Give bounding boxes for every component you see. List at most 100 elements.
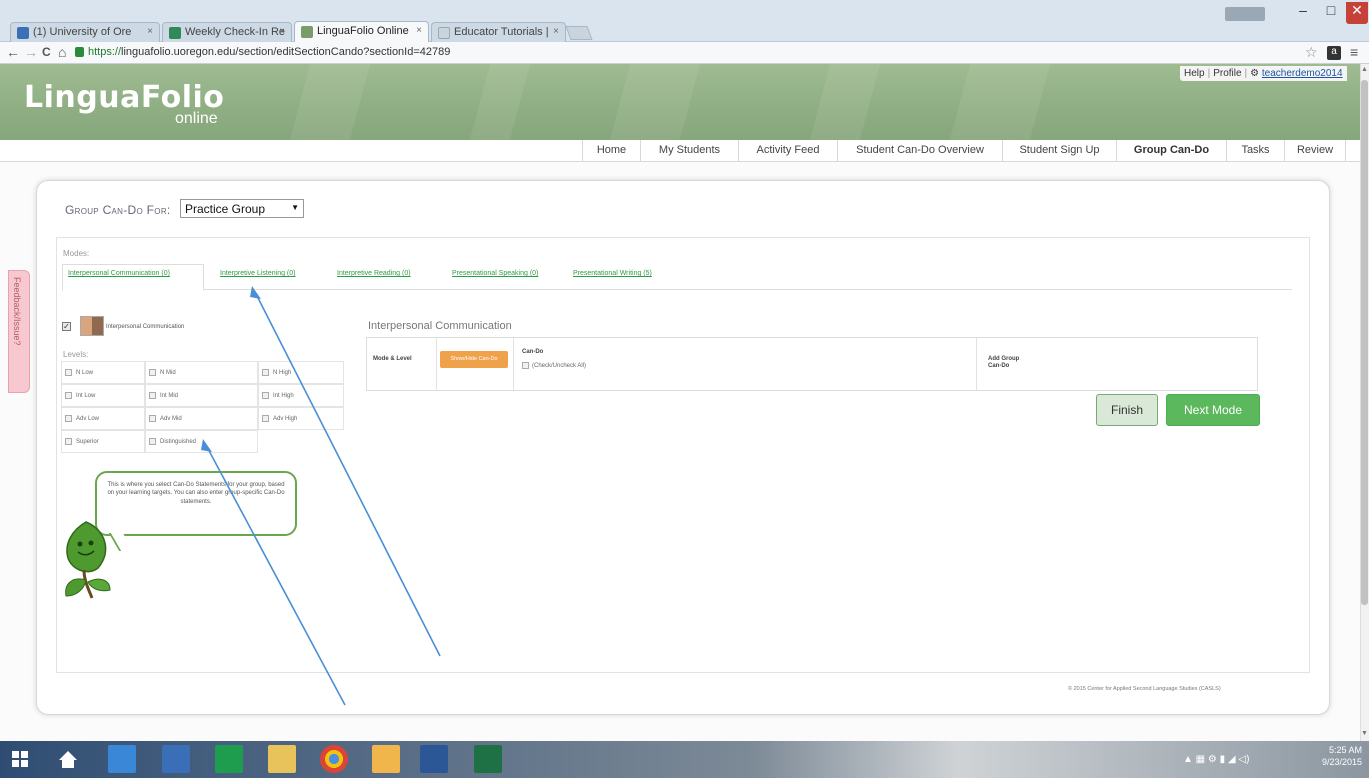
- desktop-app-icon[interactable]: [108, 745, 136, 773]
- tab-title: Weekly Check-In Re: [185, 26, 286, 38]
- active-mode-tab: [62, 264, 204, 291]
- bookmark-star-icon[interactable]: ☆: [1305, 44, 1318, 61]
- url-path: linguafolio.uoregon.edu/section/editSect…: [121, 46, 451, 58]
- nav-activity-feed[interactable]: Activity Feed: [738, 140, 837, 162]
- tab-favicon-icon: [438, 27, 450, 39]
- word-app-icon[interactable]: [420, 745, 448, 773]
- system-tray-icons[interactable]: ▲ ▦ ⚙ ▮ ◢ ◁): [1183, 754, 1249, 765]
- modes-label: Modes:: [63, 249, 90, 258]
- nav-student-cando-overview[interactable]: Student Can-Do Overview: [837, 140, 1002, 162]
- mode-tab-writing[interactable]: Presentational Writing (5): [573, 270, 652, 277]
- back-icon[interactable]: ←: [6, 44, 20, 60]
- system-clock[interactable]: 5:25 AM 9/23/2015: [1322, 745, 1362, 768]
- scrollbar-thumb[interactable]: [1361, 80, 1368, 605]
- mode-tab-speaking[interactable]: Presentational Speaking (0): [452, 270, 538, 277]
- mode-tab-interpersonal[interactable]: Interpersonal Communication (0): [68, 270, 170, 277]
- new-tab-button[interactable]: [565, 26, 593, 40]
- chrome-menu-icon[interactable]: ≡: [1350, 44, 1358, 60]
- footer-copyright: © 2015 Center for Applied Second Languag…: [1068, 686, 1221, 692]
- level-checkbox-superior[interactable]: Superior: [61, 430, 145, 453]
- level-checkbox-n-low[interactable]: N Low: [61, 361, 145, 384]
- header-pattern: [289, 64, 371, 140]
- level-label: N Mid: [160, 370, 176, 377]
- feedback-tab[interactable]: Feedback/Issue?: [8, 270, 30, 393]
- column-add-group-line2: Can-Do: [988, 363, 1010, 369]
- checkbox-icon: [65, 438, 72, 445]
- nav-review[interactable]: Review: [1284, 140, 1346, 162]
- group-select-value: Practice Group: [185, 202, 266, 216]
- header-pattern: [609, 64, 701, 140]
- table-divider: [513, 337, 514, 391]
- chrome-user-badge[interactable]: [1225, 7, 1265, 21]
- next-mode-button[interactable]: Next Mode: [1166, 394, 1260, 426]
- scroll-down-icon[interactable]: ▼: [1361, 730, 1368, 737]
- nav-my-students[interactable]: My Students: [640, 140, 738, 162]
- levels-label: Levels:: [63, 350, 89, 359]
- level-checkbox-n-high[interactable]: N High: [258, 361, 344, 384]
- extension-icon[interactable]: a: [1327, 46, 1341, 60]
- level-checkbox-int-mid[interactable]: Int Mid: [145, 384, 258, 407]
- nav-home[interactable]: Home: [582, 140, 640, 162]
- maximize-button[interactable]: □: [1318, 2, 1344, 24]
- tab-close-icon[interactable]: ×: [553, 26, 559, 37]
- level-checkbox-distinguished[interactable]: Distinguished: [145, 430, 258, 453]
- help-link[interactable]: Help: [1184, 68, 1205, 79]
- gear-icon[interactable]: ⚙: [1250, 68, 1259, 79]
- tab-favicon-icon: [169, 27, 181, 39]
- browser-tab-university[interactable]: (1) University of Ore ×: [10, 22, 160, 42]
- security-app-icon[interactable]: [372, 745, 400, 773]
- file-explorer-icon[interactable]: [268, 745, 296, 773]
- check-all-label: (Check/Uncheck All): [532, 363, 587, 369]
- user-links: Help | Profile | ⚙ teacherdemo2014: [1180, 66, 1347, 81]
- nav-student-sign-up[interactable]: Student Sign Up: [1002, 140, 1116, 162]
- tab-close-icon[interactable]: ×: [416, 25, 422, 36]
- level-checkbox-adv-high[interactable]: Adv High: [258, 407, 344, 430]
- tab-close-icon[interactable]: ×: [147, 26, 153, 37]
- chrome-app-icon[interactable]: [320, 745, 348, 773]
- column-add-group: Add Group: [988, 356, 1020, 362]
- minimize-button[interactable]: –: [1290, 2, 1316, 24]
- mode-tab-listening[interactable]: Interpretive Listening (0): [220, 270, 295, 277]
- nav-tasks[interactable]: Tasks: [1226, 140, 1284, 162]
- reload-icon[interactable]: C: [42, 45, 51, 59]
- interpersonal-checkbox[interactable]: ✓: [62, 322, 71, 331]
- close-window-button[interactable]: ✕: [1346, 2, 1368, 24]
- username-link[interactable]: teacherdemo2014: [1262, 68, 1343, 79]
- mode-tab-reading[interactable]: Interpretive Reading (0): [337, 270, 411, 277]
- home-app-icon[interactable]: [54, 745, 82, 773]
- level-checkbox-adv-low[interactable]: Adv Low: [61, 407, 145, 430]
- browser-tab-weekly-checkin[interactable]: Weekly Check-In Re ×: [162, 22, 292, 42]
- level-label: Distinguished: [160, 439, 197, 446]
- level-checkbox-int-high[interactable]: Int High: [258, 384, 344, 407]
- group-select[interactable]: Practice Group ▼: [180, 199, 304, 218]
- browser-tab-linguafolio[interactable]: LinguaFolio Online ×: [294, 21, 429, 43]
- url-field[interactable]: https://linguafolio.uoregon.edu/section/…: [88, 46, 450, 58]
- level-label: N Low: [76, 370, 94, 377]
- file-app-icon[interactable]: [162, 745, 190, 773]
- checkbox-icon: [65, 392, 72, 399]
- browser-tab-educator-tutorials[interactable]: Educator Tutorials | ×: [431, 22, 566, 42]
- check-all-checkbox[interactable]: [522, 362, 529, 369]
- store-app-icon[interactable]: [215, 745, 243, 773]
- tip-bubble: This is where you select Can-Do Statemen…: [95, 471, 297, 536]
- level-label: Superior: [76, 439, 99, 446]
- forward-icon[interactable]: →: [24, 44, 38, 60]
- checkbox-icon: [149, 415, 156, 422]
- level-checkbox-n-mid[interactable]: N Mid: [145, 361, 258, 384]
- home-icon[interactable]: ⌂: [58, 44, 66, 60]
- scroll-up-icon[interactable]: ▲: [1361, 66, 1368, 73]
- level-label: Int Mid: [160, 393, 179, 400]
- profile-link[interactable]: Profile: [1213, 68, 1241, 79]
- nav-group-cando[interactable]: Group Can-Do: [1116, 140, 1226, 162]
- level-checkbox-adv-mid[interactable]: Adv Mid: [145, 407, 258, 430]
- level-label: Adv Mid: [160, 416, 182, 423]
- tab-title: LinguaFolio Online: [317, 25, 409, 37]
- finish-button[interactable]: Finish: [1096, 394, 1158, 426]
- show-hide-cando-button[interactable]: Show/Hide Can-Do: [440, 351, 508, 368]
- tab-close-icon[interactable]: ×: [279, 26, 285, 37]
- checkbox-icon: [262, 392, 269, 399]
- level-checkbox-int-low[interactable]: Int Low: [61, 384, 145, 407]
- windows-start-icon[interactable]: [6, 745, 34, 773]
- excel-app-icon[interactable]: [474, 745, 502, 773]
- interpersonal-label: Interpersonal Communication: [106, 324, 185, 330]
